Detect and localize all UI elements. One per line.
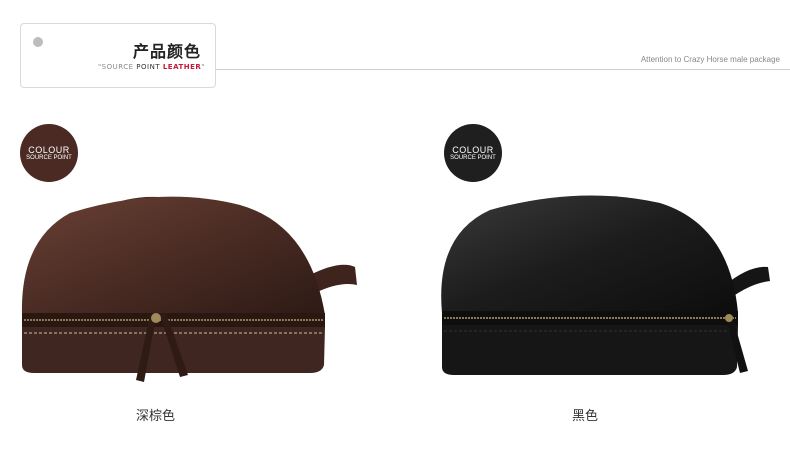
colour-badge: COLOUR SOURCE POINT [444, 124, 502, 182]
header-note: Attention to Crazy Horse male package [640, 55, 780, 64]
section-subtitle: "SOURCE POINT LEATHER" [97, 63, 205, 71]
product-brown: COLOUR SOURCE POINT 深棕色 [10, 100, 370, 430]
product-black: COLOUR SOURCE POINT 黑色 [420, 100, 780, 430]
section-title-box: 产品颜色 "SOURCE POINT LEATHER" [20, 23, 216, 88]
badge-title: COLOUR [28, 145, 70, 155]
product-caption: 黑色 [572, 409, 599, 424]
badge-subtitle: SOURCE POINT [26, 155, 72, 161]
header-divider [216, 69, 790, 70]
badge-subtitle: SOURCE POINT [450, 155, 496, 161]
bag-image-black [441, 195, 770, 375]
section-title: 产品颜色 [132, 42, 201, 61]
colour-badge: COLOUR SOURCE POINT [20, 124, 78, 182]
bag-image-brown [21, 196, 357, 382]
bullet-dot-icon [33, 37, 43, 47]
badge-title: COLOUR [452, 145, 494, 155]
product-caption: 深棕色 [136, 409, 176, 424]
